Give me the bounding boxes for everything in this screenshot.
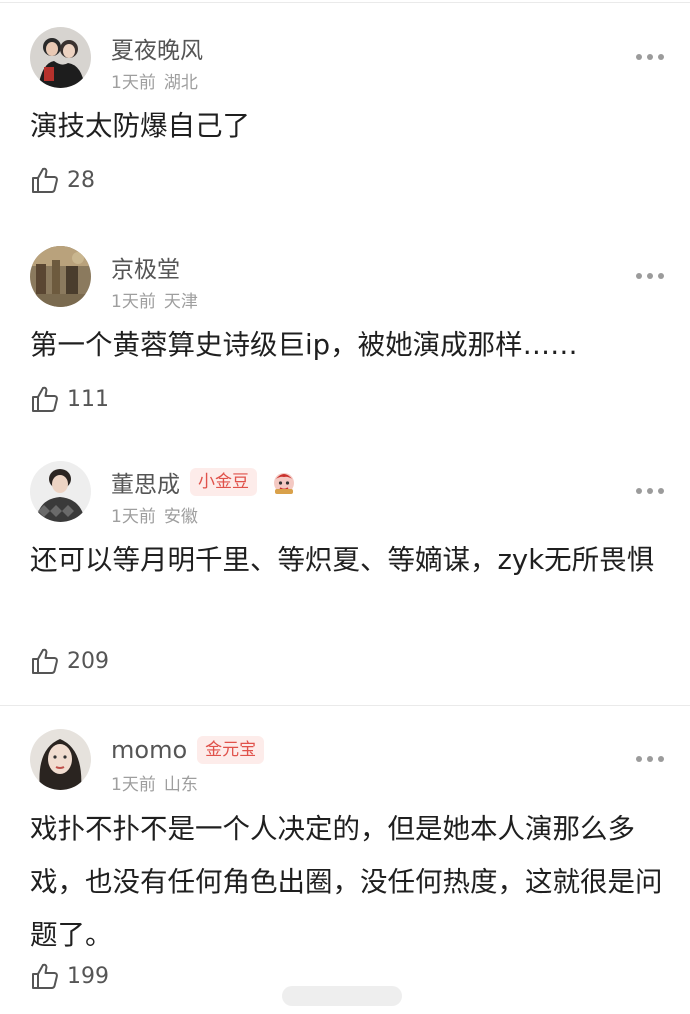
thumbs-up-icon (32, 963, 58, 989)
username[interactable]: 夏夜晚风 (111, 31, 203, 65)
avatar[interactable] (30, 461, 91, 522)
comment-text: 演技太防爆自己了 (30, 110, 250, 142)
like-count: 28 (67, 167, 95, 193)
like-button[interactable]: 209 (30, 645, 109, 677)
section-divider (0, 705, 690, 706)
comment-location: 湖北 (163, 73, 198, 93)
like-button[interactable]: 111 (30, 383, 109, 415)
watermark (282, 986, 402, 1006)
username[interactable]: momo (111, 736, 187, 764)
painting-avatar-icon (30, 246, 91, 307)
thumbs-up-icon (32, 648, 58, 674)
woman-portrait-avatar-icon (30, 729, 91, 790)
comment-meta: 1天前 湖北 (111, 68, 198, 93)
person-portrait-avatar-icon (30, 461, 91, 522)
avatar[interactable] (30, 27, 91, 88)
comment-location: 天津 (163, 292, 198, 312)
comment-meta: 1天前 山东 (111, 770, 198, 795)
avatar[interactable] (30, 246, 91, 307)
comment-time: 1天前 (111, 775, 156, 795)
more-options-icon[interactable] (636, 487, 664, 495)
like-count: 209 (67, 648, 109, 674)
like-button[interactable]: 199 (30, 960, 109, 992)
top-divider (0, 2, 690, 3)
comment-meta: 1天前 安徽 (111, 502, 198, 527)
comment-text: 还可以等月明千里、等炽夏、等嫡谋，zyk无所畏惧 (30, 544, 655, 576)
avatar[interactable] (30, 729, 91, 790)
comment-time: 1天前 (111, 292, 156, 312)
like-count: 111 (67, 386, 109, 412)
comment-meta: 1天前 天津 (111, 287, 198, 312)
thumbs-up-icon (32, 386, 58, 412)
like-count: 199 (67, 963, 109, 989)
username[interactable]: 董思成 (111, 465, 180, 499)
comment-time: 1天前 (111, 73, 156, 93)
comment-location: 安徽 (163, 507, 198, 527)
comment-time: 1天前 (111, 507, 156, 527)
more-options-icon[interactable] (636, 755, 664, 763)
couple-photo-avatar-icon (30, 27, 91, 88)
more-options-icon[interactable] (636, 53, 664, 61)
comment-text: 戏扑不扑不是一个人决定的，但是她本人演那么多戏，也没有任何角色出圈，没任何热度，… (30, 813, 663, 951)
cartoon-character-icon (274, 473, 294, 494)
comment-location: 山东 (163, 775, 198, 795)
thumbs-up-icon (32, 167, 58, 193)
member-badge: 金元宝 (197, 736, 265, 764)
comment-text: 第一个黄蓉算史诗级巨ip，被她演成那样…… (30, 329, 578, 361)
like-button[interactable]: 28 (30, 164, 95, 196)
more-options-icon[interactable] (636, 272, 664, 280)
member-badge: 小金豆 (190, 468, 257, 496)
username[interactable]: 京极堂 (111, 250, 180, 284)
